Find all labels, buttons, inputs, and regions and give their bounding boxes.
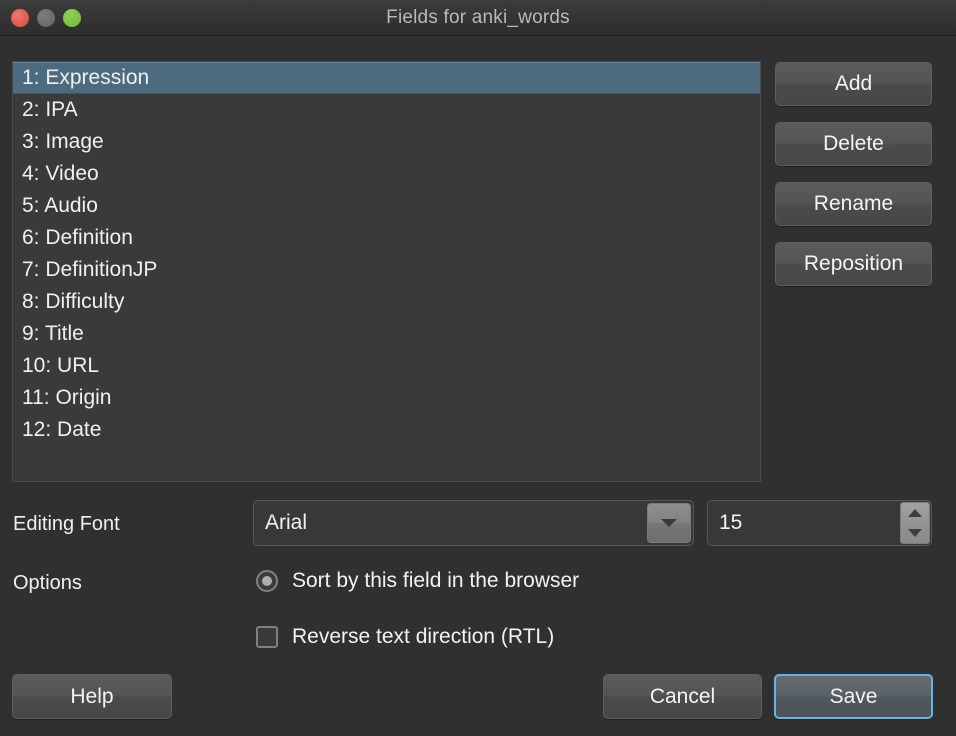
add-button[interactable]: Add (775, 62, 932, 106)
save-button[interactable]: Save (774, 674, 933, 719)
cancel-button[interactable]: Cancel (603, 674, 762, 719)
triangle-up-icon[interactable] (908, 509, 922, 517)
list-item[interactable]: 8: Difficulty (13, 286, 760, 318)
list-item[interactable]: 10: URL (13, 350, 760, 382)
chevron-down-icon[interactable] (647, 503, 691, 543)
reposition-button[interactable]: Reposition (775, 242, 932, 286)
font-size-stepper[interactable] (900, 502, 930, 544)
field-list[interactable]: 1: Expression 2: IPA 3: Image 4: Video 5… (12, 61, 761, 482)
delete-button[interactable]: Delete (775, 122, 932, 166)
rtl-checkbox[interactable] (256, 626, 278, 648)
field-actions-group: Add Delete Rename Reposition (775, 62, 932, 302)
sort-by-field-option[interactable]: Sort by this field in the browser (256, 569, 579, 593)
list-item[interactable]: 7: DefinitionJP (13, 254, 760, 286)
editing-font-label: Editing Font (13, 513, 120, 535)
list-item[interactable]: 12: Date (13, 414, 760, 446)
list-item[interactable]: 11: Origin (13, 382, 760, 414)
list-item[interactable]: 4: Video (13, 158, 760, 190)
rtl-option[interactable]: Reverse text direction (RTL) (256, 625, 554, 649)
font-size-spinbox[interactable]: 15 (707, 500, 932, 546)
sort-by-field-radio[interactable] (256, 570, 278, 592)
help-button[interactable]: Help (12, 674, 172, 719)
font-size-value: 15 (719, 511, 743, 534)
window-titlebar: Fields for anki_words (0, 0, 956, 36)
list-item[interactable]: 1: Expression (13, 62, 760, 94)
rtl-label: Reverse text direction (RTL) (292, 625, 555, 648)
fields-dialog-window: Fields for anki_words 1: Expression 2: I… (0, 0, 956, 736)
list-item[interactable]: 9: Title (13, 318, 760, 350)
rename-button[interactable]: Rename (775, 182, 932, 226)
options-label: Options (13, 572, 82, 594)
list-item[interactable]: 6: Definition (13, 222, 760, 254)
window-title: Fields for anki_words (386, 7, 570, 28)
list-item[interactable]: 3: Image (13, 126, 760, 158)
triangle-down-icon[interactable] (908, 529, 922, 537)
sort-by-field-label: Sort by this field in the browser (292, 569, 580, 592)
list-item[interactable]: 2: IPA (13, 94, 760, 126)
font-family-combobox[interactable]: Arial (253, 500, 694, 546)
font-family-value: Arial (265, 511, 308, 534)
list-item[interactable]: 5: Audio (13, 190, 760, 222)
